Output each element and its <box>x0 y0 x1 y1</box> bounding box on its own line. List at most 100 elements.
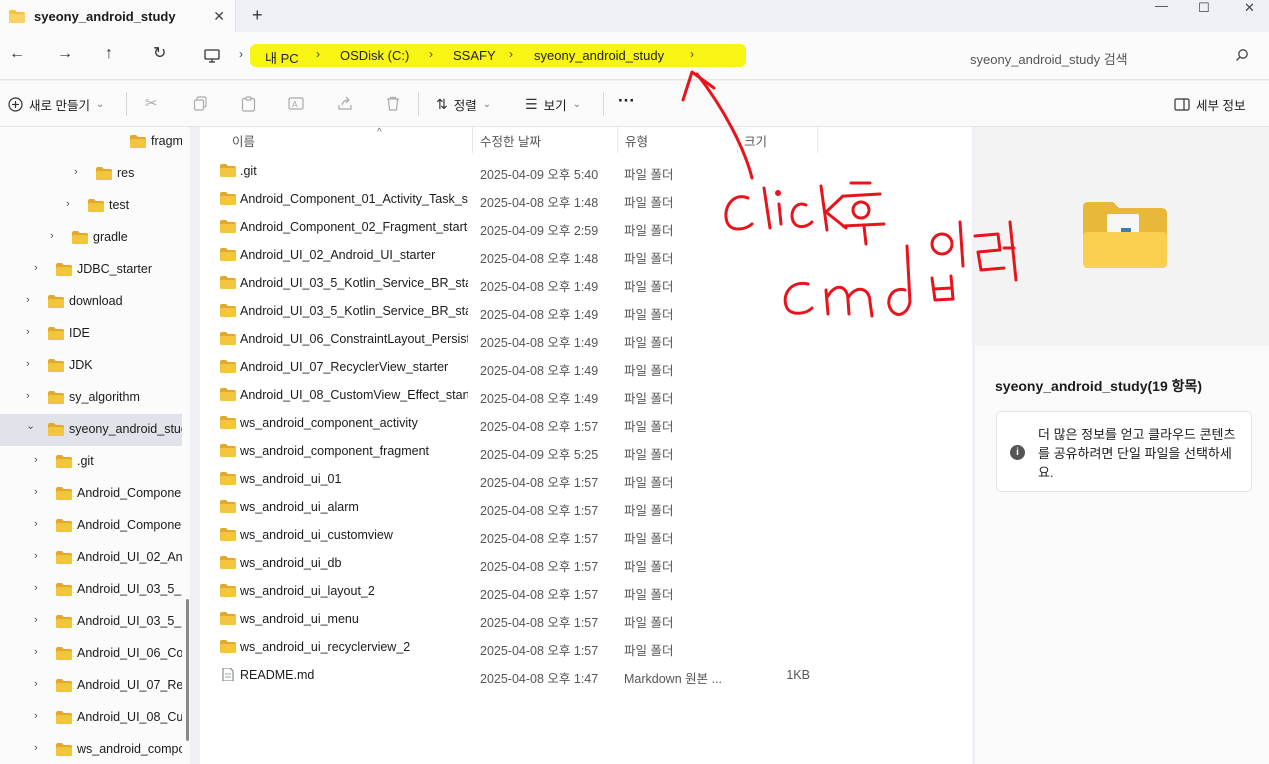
column-header-size[interactable]: 크기 <box>744 131 767 155</box>
new-button[interactable]: 새로 만들기 ⌄ <box>8 95 104 114</box>
chevron-right-icon[interactable]: › <box>74 166 78 178</box>
paste-icon[interactable] <box>241 96 256 112</box>
refresh-button[interactable]: ↻ <box>153 46 166 62</box>
file-row[interactable]: README.md 2025-04-08 오후 1:47 Markdown 원본 .… <box>200 661 972 689</box>
column-header-date[interactable]: 수정한 날짜 <box>480 131 541 155</box>
folder-icon <box>56 615 72 628</box>
column-divider[interactable] <box>817 127 818 153</box>
column-divider[interactable] <box>617 127 618 153</box>
file-row[interactable]: ws_android_ui_alarm 2025-04-08 오후 1:57 파일 … <box>200 493 972 521</box>
more-options-button[interactable]: ··· <box>618 91 635 111</box>
chevron-right-icon[interactable]: › <box>34 582 38 594</box>
chevron-right-icon[interactable]: › <box>26 358 30 370</box>
tree-item[interactable]: ⌄ syeony_android_study <box>0 414 182 446</box>
chevron-right-icon[interactable]: › <box>34 678 38 690</box>
breadcrumb-osdisk[interactable]: OSDisk (C:) <box>340 48 409 63</box>
chevron-right-icon[interactable]: › <box>34 710 38 722</box>
chevron-right-icon[interactable]: › <box>34 742 38 754</box>
chevron-right-icon[interactable]: › <box>26 294 30 306</box>
file-name: Android_UI_07_RecyclerView_starter <box>240 360 449 374</box>
rename-icon[interactable]: A <box>288 96 304 111</box>
forward-button[interactable]: → <box>57 46 73 62</box>
tree-item[interactable]: fragm <box>0 127 182 158</box>
file-row[interactable]: ws_android_ui_db 2025-04-08 오후 1:57 파일 폴더 <box>200 549 972 577</box>
file-row[interactable]: .git 2025-04-09 오후 5:40 파일 폴더 <box>200 157 972 185</box>
tree-item[interactable]: › gradle <box>0 222 182 254</box>
maximize-button[interactable]: ☐ <box>1198 0 1210 16</box>
file-row[interactable]: Android_Component_01_Activity_Task_s... 2… <box>200 185 972 213</box>
tree-item-label: fragm <box>151 134 182 148</box>
search-box[interactable]: syeony_android_study 검색 <box>955 40 1261 72</box>
chevron-right-icon[interactable]: › <box>34 518 38 530</box>
sort-button[interactable]: ⇅ 정렬 ⌄ <box>436 95 491 114</box>
file-row[interactable]: ws_android_ui_layout_2 2025-04-08 오후 1:57… <box>200 577 972 605</box>
window-close-button[interactable]: ✕ <box>1244 0 1255 16</box>
chevron-right-icon[interactable]: › <box>26 390 30 402</box>
view-button[interactable]: ☰ 보기 ⌄ <box>525 95 581 114</box>
chevron-right-icon[interactable]: › <box>34 614 38 626</box>
tree-item[interactable]: › .git <box>0 446 182 478</box>
tree-item[interactable]: › test <box>0 190 182 222</box>
breadcrumb-my-pc[interactable]: 내 PC <box>265 48 299 67</box>
file-row[interactable]: ws_android_component_fragment 2025-04-09 … <box>200 437 972 465</box>
tree-item[interactable]: › Android_UI_07_Recycler <box>0 670 182 702</box>
new-tab-button[interactable]: + <box>252 5 263 26</box>
file-row[interactable]: Android_UI_03_5_Kotlin_Service_BR_starte… <box>200 269 972 297</box>
file-row[interactable]: ws_android_ui_01 2025-04-08 오후 1:57 파일 폴더 <box>200 465 972 493</box>
tree-item[interactable]: › IDE <box>0 318 182 350</box>
chevron-right-icon[interactable]: › <box>34 262 38 274</box>
tree-item[interactable]: › Android_UI_06_Constraint <box>0 638 182 670</box>
details-pane-button[interactable]: 세부 정보 <box>1174 95 1245 114</box>
file-row[interactable]: Android_UI_07_RecyclerView_starter 2025-0… <box>200 353 972 381</box>
tree-scrollbar[interactable] <box>186 599 189 741</box>
chevron-right-icon[interactable]: › <box>34 454 38 466</box>
tree-item[interactable]: › Android_UI_08_Custom <box>0 702 182 734</box>
file-row[interactable]: ws_android_ui_menu 2025-04-08 오후 1:57 파일 폴… <box>200 605 972 633</box>
tree-item[interactable]: › JDK <box>0 350 182 382</box>
tree-item[interactable]: › Android_UI_03_5_Kotlin <box>0 574 182 606</box>
file-row[interactable]: Android_UI_02_Android_UI_starter 2025-04-… <box>200 241 972 269</box>
column-header-name[interactable]: ^ 이름 <box>232 127 382 155</box>
delete-icon[interactable] <box>386 96 400 111</box>
tree-item[interactable]: › sy_algorithm <box>0 382 182 414</box>
share-icon[interactable] <box>337 96 353 111</box>
chevron-right-icon[interactable]: › <box>34 646 38 658</box>
breadcrumb-current[interactable]: syeony_android_study <box>534 48 664 63</box>
back-button[interactable]: ← <box>9 46 25 62</box>
tab-close-icon[interactable]: ✕ <box>213 8 225 25</box>
tree-item[interactable]: › Android_Component_01 <box>0 478 182 510</box>
file-row[interactable]: ws_android_ui_customview 2025-04-08 오후 1:… <box>200 521 972 549</box>
tree-item[interactable]: › download <box>0 286 182 318</box>
tree-item[interactable]: › Android_UI_03_5_Kotlin <box>0 606 182 638</box>
breadcrumb-ssafy[interactable]: SSAFY <box>453 48 496 63</box>
tree-item[interactable]: › JDBC_starter <box>0 254 182 286</box>
copy-icon[interactable] <box>193 96 208 111</box>
file-row[interactable]: Android_Component_02_Fragment_starter 202… <box>200 213 972 241</box>
file-row[interactable]: ws_android_ui_recyclerview_2 2025-04-08 오… <box>200 633 972 661</box>
view-button-label: 보기 <box>543 99 567 113</box>
up-button[interactable]: ↑ <box>105 46 113 62</box>
search-input[interactable]: syeony_android_study 검색 <box>970 49 1128 68</box>
column-header-type[interactable]: 유형 <box>625 131 648 155</box>
tree-item[interactable]: › Android_UI_02_Android <box>0 542 182 574</box>
tree-item[interactable]: › ws_android_component <box>0 734 182 764</box>
minimize-button[interactable]: — <box>1155 0 1168 13</box>
file-row[interactable]: Android_UI_06_ConstraintLayout_Persist..… <box>200 325 972 353</box>
file-row[interactable]: Android_UI_08_CustomView_Effect_starter 2… <box>200 381 972 409</box>
chevron-right-icon[interactable]: › <box>26 326 30 338</box>
column-divider[interactable] <box>472 127 473 153</box>
file-row[interactable]: ws_android_component_activity 2025-04-08 … <box>200 409 972 437</box>
address-bar[interactable]: › 내 PC › OSDisk (C:) › SSAFY › syeony_an… <box>192 40 946 72</box>
column-divider[interactable] <box>737 127 738 153</box>
folder-icon <box>56 647 72 660</box>
tree-item[interactable]: › res <box>0 158 182 190</box>
tree-item[interactable]: › Android_Component_02 <box>0 510 182 542</box>
cut-icon[interactable]: ✂ <box>145 94 158 112</box>
chevron-right-icon[interactable]: › <box>66 198 70 210</box>
file-row[interactable]: Android_UI_03_5_Kotlin_Service_BR_start.… <box>200 297 972 325</box>
chevron-right-icon[interactable]: › <box>50 230 54 242</box>
window-tab[interactable]: syeony_android_study ✕ <box>0 0 236 32</box>
chevron-right-icon[interactable]: › <box>34 550 38 562</box>
chevron-right-icon[interactable]: › <box>34 486 38 498</box>
chevron-down-icon[interactable]: ⌄ <box>26 419 35 432</box>
